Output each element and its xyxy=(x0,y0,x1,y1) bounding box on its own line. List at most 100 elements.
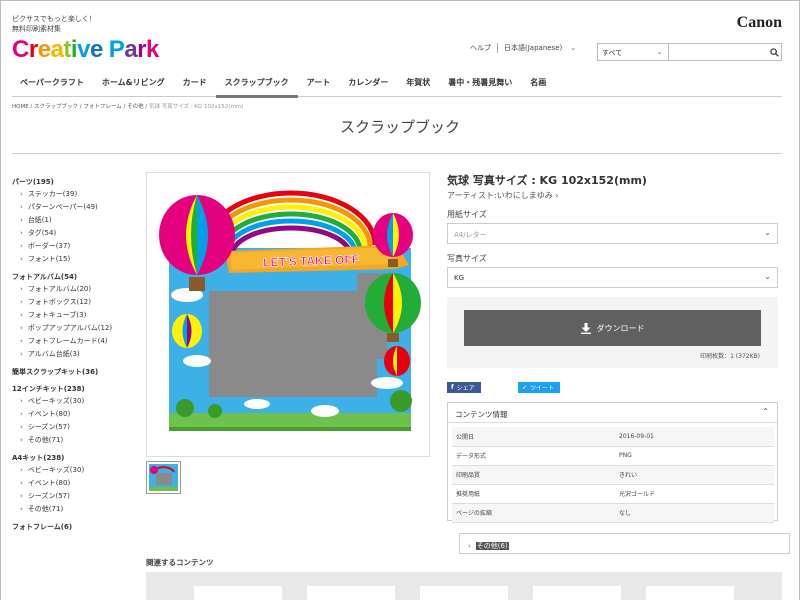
info-row: データ形式 PNG xyxy=(452,446,774,466)
sidebar-item-label: ベビーキッズ(30) xyxy=(27,397,85,405)
sidebar-item[interactable]: その他(71) xyxy=(12,503,137,516)
info-key: 印刷品質 xyxy=(452,465,615,485)
product-thumbnail[interactable] xyxy=(146,461,181,494)
sidebar-item[interactable]: シーズン(57) xyxy=(12,421,137,434)
related-card[interactable] xyxy=(194,586,282,600)
help-link[interactable]: ヘルプ xyxy=(470,43,491,53)
sidebar-item-label: イベント(80) xyxy=(27,479,71,487)
twitter-share-button[interactable]: ➶ ツイート xyxy=(518,382,560,393)
nav-item[interactable]: カレンダー xyxy=(339,71,397,97)
canon-brand-logo[interactable]: Canon xyxy=(737,14,782,32)
sidebar-item[interactable]: その他(6) xyxy=(459,533,790,554)
breadcrumb-current: 気球 写真サイズ : KG 102x152(mm) xyxy=(149,104,244,110)
nav-item[interactable]: ペーパークラフト xyxy=(12,71,93,97)
print-count: 印刷枚数：1 (372KB) xyxy=(700,353,760,360)
product-image[interactable]: LET'S TAKE OFF xyxy=(146,172,430,457)
related-card[interactable] xyxy=(307,586,395,600)
sidebar-item[interactable]: ポップアップアルバム(12) xyxy=(12,322,137,335)
info-value: きれい xyxy=(615,465,774,485)
download-panel: ダウンロード 印刷枚数：1 (372KB) xyxy=(447,297,778,368)
sidebar-item-label: フォトキューブ(3) xyxy=(27,311,87,319)
breadcrumb-link[interactable]: HOME xyxy=(12,104,29,110)
logo-letter: P xyxy=(108,36,125,63)
download-button[interactable]: ダウンロード xyxy=(464,310,761,346)
nav-item[interactable]: 年賀状 xyxy=(397,71,439,97)
sidebar-item-label: イベント(80) xyxy=(27,410,71,418)
utility-links: ヘルプ 日本語(Japanese) ⌄ xyxy=(470,43,576,53)
sidebar-item-label: ベビーキッズ(30) xyxy=(27,466,85,474)
sidebar-item-label: アルバム台紙(3) xyxy=(27,350,80,358)
sidebar-item[interactable]: タグ(54) xyxy=(12,227,137,240)
breadcrumb-link[interactable]: その他 xyxy=(127,104,144,110)
related-contents-title: 関連するコンテンツ xyxy=(146,558,214,567)
breadcrumb-link[interactable]: フォトフレーム xyxy=(83,104,121,110)
sidebar-item[interactable]: フォトフレームカード(4) xyxy=(12,335,137,348)
sidebar-item[interactable]: フォント(15) xyxy=(12,253,137,266)
sidebar-item-label: その他(71) xyxy=(27,436,64,444)
sidebar-item-label: シーズン(57) xyxy=(27,492,70,500)
facebook-share-button[interactable]: f シェア xyxy=(447,382,481,393)
nav-item[interactable]: ホーム&リビング xyxy=(93,71,174,97)
paper-size-select[interactable]: A4/レター ⌄ xyxy=(447,223,778,244)
artist-link[interactable]: アーティスト:いわにしまゆみ › xyxy=(447,190,558,201)
sidebar-item[interactable]: シーズン(57) xyxy=(12,490,137,503)
sidebar-group[interactable]: フォトアルバム(54) xyxy=(12,272,137,283)
sidebar-item[interactable]: ステッカー(39) xyxy=(12,188,137,201)
content-info-header[interactable]: コンテンツ情報 ⌃ xyxy=(448,403,777,423)
sidebar-item[interactable]: フォトアルバム(20) xyxy=(12,283,137,296)
related-card[interactable] xyxy=(533,586,621,600)
related-card[interactable] xyxy=(646,586,734,600)
sidebar-item-label: その他(6) xyxy=(475,542,509,550)
nav-item[interactable]: カード xyxy=(174,71,216,97)
sidebar-group[interactable]: フォトフレーム(6) xyxy=(12,522,137,533)
sidebar-item[interactable]: フォトボックス(12) xyxy=(12,296,137,309)
sidebar-group[interactable]: 簡単スクラップキット(36) xyxy=(12,367,137,378)
chevron-down-icon: ⌄ xyxy=(656,48,663,56)
content-info-panel: コンテンツ情報 ⌃ 公開日 2016-09-01 データ形式 PNG 印刷品質 きれい 推奨… xyxy=(447,402,778,523)
sidebar-item[interactable]: イベント(80) xyxy=(12,408,137,421)
sidebar-group[interactable]: 12インチキット(238) xyxy=(12,384,137,395)
balloon-small-bottom-right-icon xyxy=(384,346,410,376)
language-label: 日本語(Japanese) xyxy=(504,44,563,52)
content-info-table: 公開日 2016-09-01 データ形式 PNG 印刷品質 きれい 推奨用紙 光沢ゴールド ペー… xyxy=(452,427,774,523)
sidebar-item[interactable]: ボーダー(37) xyxy=(12,240,137,253)
thumbnail-artwork xyxy=(149,464,178,491)
nav-item[interactable]: 暑中・残暑見舞い xyxy=(439,71,521,97)
breadcrumb: HOME / スクラップブック / フォトフレーム / その他 / 気球 写真サ… xyxy=(12,102,243,110)
search-input[interactable] xyxy=(668,44,768,60)
logo-letter: r xyxy=(137,36,147,63)
photo-size-value: KG xyxy=(454,274,465,282)
sidebar-item[interactable]: フォトキューブ(3) xyxy=(12,309,137,322)
logo-letter: r xyxy=(28,36,38,63)
sidebar-item[interactable]: イベント(80) xyxy=(12,477,137,490)
download-label: ダウンロード xyxy=(596,323,645,333)
sidebar-item[interactable]: アルバム台紙(3) xyxy=(12,348,137,361)
nav-item[interactable]: 名画 xyxy=(521,71,555,97)
twitter-bird-icon: ➶ xyxy=(522,384,528,391)
sidebar-group[interactable]: A4キット(238) xyxy=(12,453,137,464)
breadcrumb-link[interactable]: スクラップブック xyxy=(34,104,78,110)
nav-item[interactable]: アート xyxy=(298,71,340,97)
language-selector[interactable]: 日本語(Japanese) ⌄ xyxy=(504,43,576,53)
logo-letter: t xyxy=(63,36,71,63)
logo-letter: e xyxy=(37,36,51,63)
sidebar-item[interactable]: 台紙(1) xyxy=(12,214,137,227)
photo-size-select[interactable]: KG ⌄ xyxy=(447,267,778,288)
sidebar-item[interactable]: ベビーキッズ(30) xyxy=(12,464,137,477)
sidebar-item[interactable]: パターンペーパー(49) xyxy=(12,201,137,214)
search-bar: すべて ⌄ xyxy=(597,43,782,61)
logo-letter: a xyxy=(124,36,138,63)
chevron-down-icon: ⌄ xyxy=(764,228,771,237)
info-key: データ形式 xyxy=(452,446,615,466)
main-nav: ペーパークラフト ホーム&リビング カード スクラップブック アート カレンダー 年賀状 暑中… xyxy=(12,71,782,98)
search-button[interactable] xyxy=(768,44,781,60)
paper-size-label: 用紙サイズ xyxy=(447,210,487,219)
nav-item[interactable]: スクラップブック xyxy=(215,71,298,98)
related-card[interactable] xyxy=(420,586,508,600)
creative-park-logo[interactable]: Creative Park xyxy=(12,36,159,64)
sidebar-item-label: フォトアルバム(20) xyxy=(27,285,92,293)
sidebar-item[interactable]: その他(71) xyxy=(12,434,137,447)
search-category-select[interactable]: すべて ⌄ xyxy=(598,44,669,60)
sidebar-item[interactable]: ベビーキッズ(30) xyxy=(12,395,137,408)
sidebar-group[interactable]: パーツ(195) xyxy=(12,177,137,188)
